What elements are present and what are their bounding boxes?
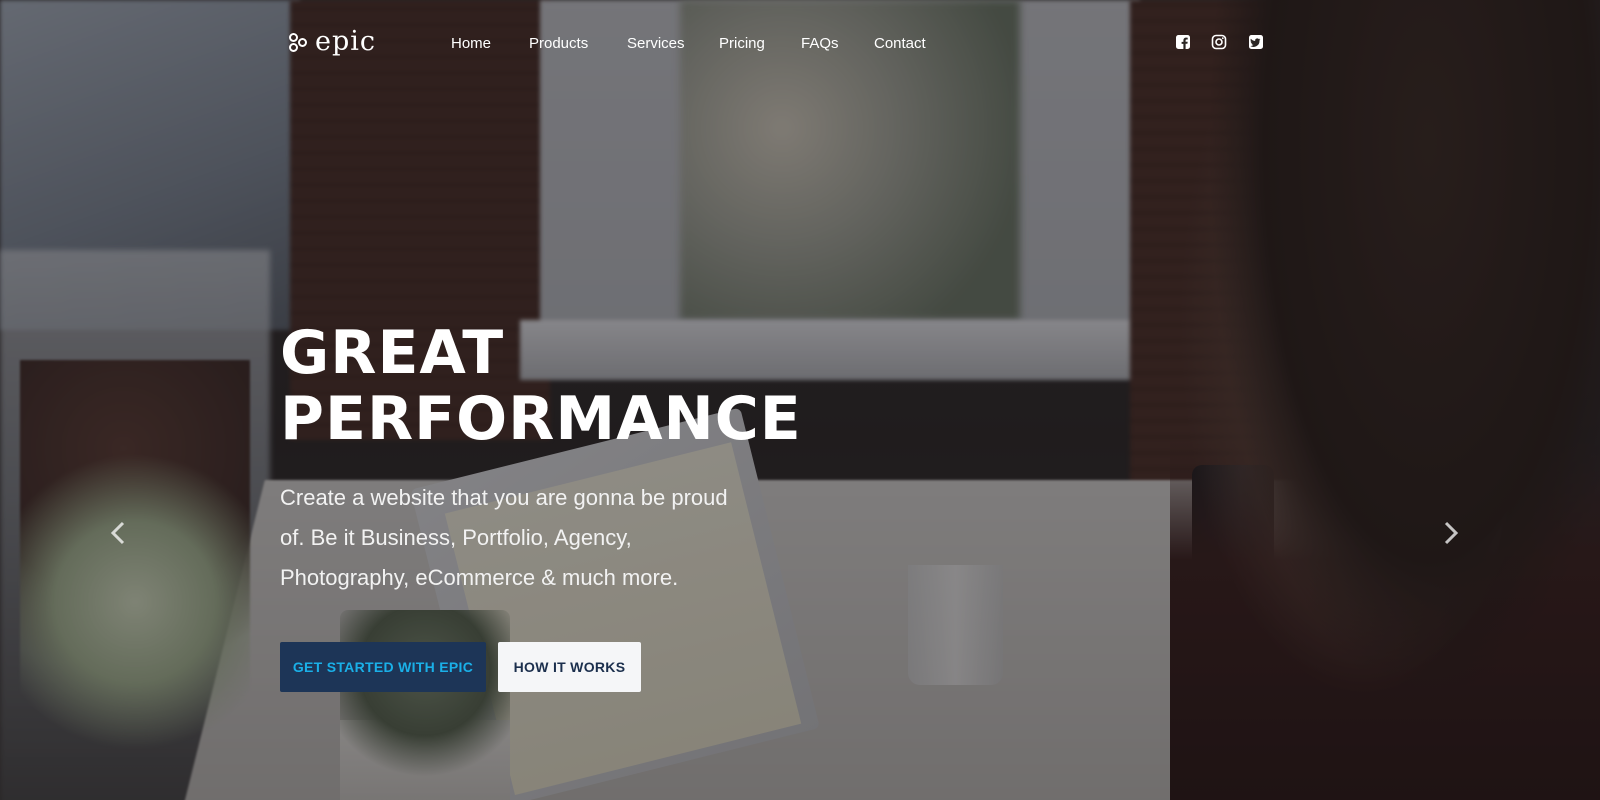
nav-item-faqs[interactable]: FAQs (801, 33, 839, 55)
nav-item-contact[interactable]: Contact (874, 33, 926, 55)
hero-buttons: GET STARTED WITH EPIC HOW IT WORKS (280, 642, 880, 692)
nav-item-pricing[interactable]: Pricing (719, 33, 765, 55)
hero-description: Create a website that you are gonna be p… (280, 485, 728, 590)
brand-name: epic (315, 26, 377, 57)
nav-item-services[interactable]: Services (627, 33, 685, 55)
chevron-left-icon[interactable] (108, 520, 128, 546)
get-started-button[interactable]: GET STARTED WITH EPIC (280, 642, 486, 692)
navbar: epic Home Products Services Pricing FAQs… (0, 0, 1600, 88)
hero-content: GREAT PERFORMANCE Create a website that … (280, 320, 880, 692)
twitter-icon[interactable] (1248, 34, 1264, 50)
hero-title-line-1: GREAT (280, 318, 505, 388)
hero-title: GREAT PERFORMANCE (280, 320, 880, 452)
instagram-icon[interactable] (1211, 34, 1227, 50)
hero-title-line-2: PERFORMANCE (280, 384, 802, 454)
nav-item-products[interactable]: Products (529, 33, 588, 55)
chevron-right-icon[interactable] (1441, 520, 1461, 546)
trefoil-logo-icon (287, 31, 309, 53)
how-it-works-button[interactable]: HOW IT WORKS (498, 642, 641, 692)
nav-item-home[interactable]: Home (451, 33, 491, 55)
facebook-icon[interactable] (1175, 34, 1191, 50)
brand-logo[interactable]: epic (287, 26, 376, 58)
